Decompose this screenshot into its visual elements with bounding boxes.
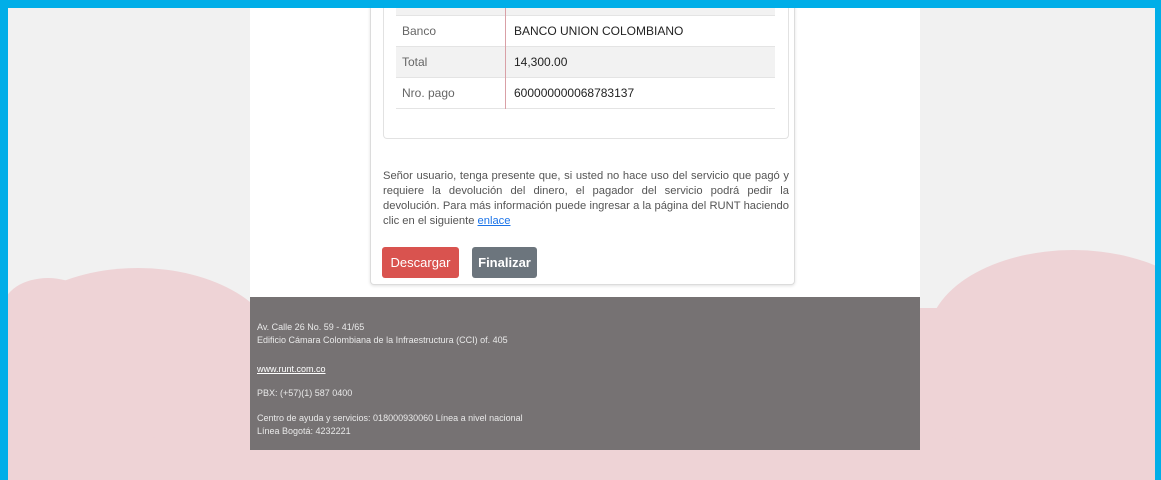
footer-address: Av. Calle 26 No. 59 - 41/65 Edificio Cám… bbox=[257, 321, 508, 347]
payment-details-table: Banco BANCO UNION COLOMBIANO Total 14,30… bbox=[396, 8, 775, 109]
row-label-payment-number: Nro. pago bbox=[396, 77, 506, 109]
footer-address-line2: Edificio Cámara Colombiana de la Infraes… bbox=[257, 335, 508, 345]
table-row: Nro. pago 600000000068783137 bbox=[396, 77, 775, 109]
table-row bbox=[396, 8, 775, 16]
payment-card: Banco BANCO UNION COLOMBIANO Total 14,30… bbox=[370, 8, 795, 285]
finish-button[interactable]: Finalizar bbox=[472, 247, 537, 278]
footer-bogota-line: Línea Bogotá: 4232221 bbox=[257, 426, 351, 436]
footer-help: Centro de ayuda y servicios: 01800093006… bbox=[257, 412, 523, 438]
footer-pbx: PBX: (+57)(1) 587 0400 bbox=[257, 388, 353, 398]
browser-viewport: Banco BANCO UNION COLOMBIANO Total 14,30… bbox=[8, 8, 1155, 480]
payment-details-box: Banco BANCO UNION COLOMBIANO Total 14,30… bbox=[383, 8, 789, 139]
row-value-bank: BANCO UNION COLOMBIANO bbox=[514, 24, 684, 38]
row-label-bank: Banco bbox=[396, 15, 506, 47]
table-row: Total 14,300.00 bbox=[396, 46, 775, 78]
footer-address-line1: Av. Calle 26 No. 59 - 41/65 bbox=[257, 322, 365, 332]
footer: Av. Calle 26 No. 59 - 41/65 Edificio Cám… bbox=[250, 297, 920, 450]
main-page: Banco BANCO UNION COLOMBIANO Total 14,30… bbox=[250, 8, 920, 450]
row-value-payment-number: 600000000068783137 bbox=[514, 86, 635, 100]
more-info-link[interactable]: enlace bbox=[478, 215, 511, 227]
notice-text: Señor usuario, tenga presente que, si us… bbox=[383, 170, 789, 228]
refund-notice: Señor usuario, tenga presente que, si us… bbox=[383, 169, 789, 229]
table-row: Banco BANCO UNION COLOMBIANO bbox=[396, 15, 775, 47]
row-value-total: 14,300.00 bbox=[514, 55, 568, 69]
footer-website-link[interactable]: www.runt.com.co bbox=[257, 364, 326, 374]
row-label-total: Total bbox=[396, 46, 506, 78]
download-button[interactable]: Descargar bbox=[382, 247, 459, 278]
footer-help-line: Centro de ayuda y servicios: 01800093006… bbox=[257, 413, 523, 423]
